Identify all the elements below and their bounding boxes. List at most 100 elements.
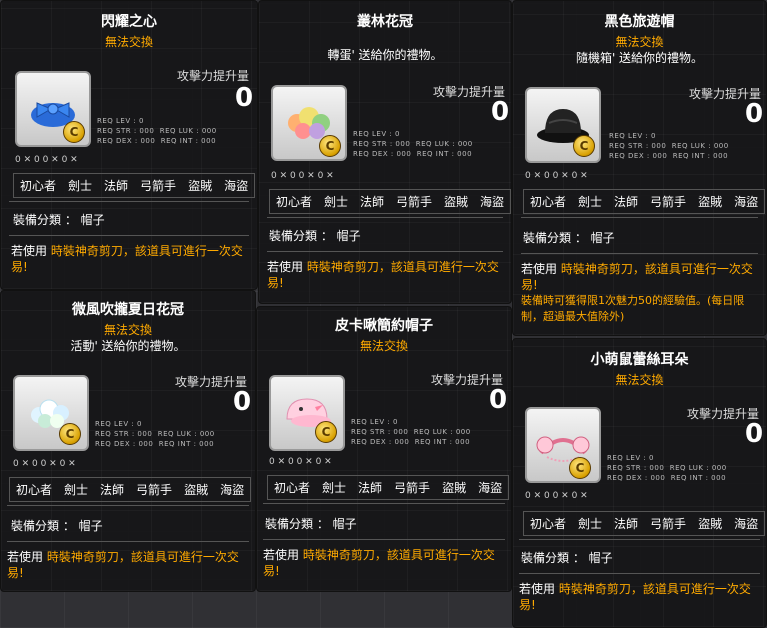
divider	[267, 251, 503, 252]
job-list: 初心者 劍士 法師 弓箭手 盜賊 海盜	[13, 173, 256, 198]
item-title: 閃耀之心	[101, 14, 157, 30]
divider	[521, 253, 758, 254]
cash-coin-icon: C	[569, 457, 591, 479]
job-magician: 法師	[614, 195, 639, 209]
cash-coin-icon: C	[59, 423, 81, 445]
item-stat-row: 0 ✕ 0 0 ✕ 0 ✕	[271, 171, 334, 181]
equipment-category: 裝備分類 ： 帽子	[13, 213, 105, 227]
item-requirements: REQ LEV : 0 REQ STR : 000 REQ LUK : 000 …	[607, 454, 727, 482]
job-magician: 法師	[104, 179, 129, 193]
job-warrior: 劍士	[324, 195, 349, 209]
job-archer: 弓箭手	[650, 195, 687, 209]
item-tooltip-panel: 小萌鼠蕾絲耳朵 無法交換 攻擊力提升量 0 C REQ LEV : 0 REQ …	[512, 338, 767, 628]
item-tooltip-panel: 微風吹攏夏日花冠 無法交換 活動' 送給你的禮物。 攻擊力提升量 0 C REQ…	[0, 290, 256, 592]
attack-increase-value: 0	[745, 419, 764, 449]
divider	[9, 235, 249, 236]
equipment-category: 裝備分類 ： 帽子	[265, 517, 357, 531]
job-beginner: 初心者	[530, 517, 567, 531]
untradeable-tag: 無法交換	[615, 35, 664, 49]
usage-note: 若使用 時裝神奇剪刀，該道具可進行一次交易!	[521, 262, 753, 292]
item-title: 皮卡啾簡約帽子	[335, 318, 433, 334]
job-list: 初心者 劍士 法師 弓箭手 盜賊 海盜	[9, 477, 252, 502]
divider	[263, 539, 505, 540]
job-warrior: 劍士	[578, 517, 603, 531]
divider	[9, 201, 249, 202]
job-list: 初心者 劍士 法師 弓箭手 盜賊 海盜	[269, 189, 511, 214]
job-pirate: 海盜	[734, 517, 759, 531]
untradeable-tag: 無法交換	[359, 339, 408, 353]
item-requirements: REQ LEV : 0 REQ STR : 000 REQ LUK : 000 …	[351, 418, 471, 446]
usage-note: 若使用 時裝神奇剪刀，該道具可進行一次交易!	[267, 260, 499, 290]
job-warrior: 劍士	[68, 179, 93, 193]
job-pirate: 海盜	[220, 483, 245, 497]
divider	[519, 539, 760, 540]
untradeable-tag: 無法交換	[103, 323, 152, 337]
item-stat-row: 0 ✕ 0 0 ✕ 0 ✕	[15, 155, 78, 165]
divider	[521, 217, 758, 218]
divider	[7, 505, 249, 506]
item-stat-row: 0 ✕ 0 0 ✕ 0 ✕	[269, 457, 332, 467]
job-warrior: 劍士	[322, 481, 347, 495]
job-magician: 法師	[360, 195, 385, 209]
job-beginner: 初心者	[276, 195, 313, 209]
job-list: 初心者 劍士 法師 弓箭手 盜賊 海盜	[523, 189, 766, 214]
job-archer: 弓箭手	[396, 195, 433, 209]
job-thief: 盜賊	[188, 179, 213, 193]
attack-increase-value: 0	[491, 97, 510, 127]
divider	[519, 573, 760, 574]
item-tooltip-panel: 皮卡啾簡約帽子 無法交換 攻擊力提升量 0 C REQ LEV : 0 REQ …	[256, 306, 512, 592]
equipment-category: 裝備分類 ： 帽子	[521, 551, 613, 565]
equipment-category: 裝備分類 ： 帽子	[11, 519, 103, 533]
job-beginner: 初心者	[530, 195, 567, 209]
job-thief: 盜賊	[698, 195, 723, 209]
attack-increase-label: 攻擊力提升量	[177, 69, 250, 83]
job-archer: 弓箭手	[136, 483, 173, 497]
cash-coin-icon: C	[573, 135, 595, 157]
equipment-category: 裝備分類 ： 帽子	[523, 231, 615, 245]
job-magician: 法師	[100, 483, 125, 497]
job-thief: 盜賊	[698, 517, 723, 531]
job-beginner: 初心者	[274, 481, 311, 495]
job-pirate: 海盜	[478, 481, 503, 495]
job-list: 初心者 劍士 法師 弓箭手 盜賊 海盜	[523, 511, 766, 536]
job-pirate: 海盜	[734, 195, 759, 209]
divider	[267, 217, 503, 218]
gift-note: 隨機箱' 送給你的禮物。	[575, 51, 704, 65]
job-magician: 法師	[358, 481, 383, 495]
cash-coin-icon: C	[319, 135, 341, 157]
job-list: 初心者 劍士 法師 弓箭手 盜賊 海盜	[267, 475, 510, 500]
job-magician: 法師	[614, 517, 639, 531]
job-thief: 盜賊	[444, 195, 469, 209]
item-title: 微風吹攏夏日花冠	[72, 302, 184, 318]
untradeable-tag: 無法交換	[104, 35, 153, 49]
attack-increase-value: 0	[489, 385, 508, 415]
job-archer: 弓箭手	[140, 179, 177, 193]
attack-increase-value: 0	[235, 83, 254, 113]
divider	[7, 541, 249, 542]
job-thief: 盜賊	[184, 483, 209, 497]
item-requirements: REQ LEV : 0 REQ STR : 000 REQ LUK : 000 …	[353, 130, 473, 158]
job-thief: 盜賊	[442, 481, 467, 495]
item-tooltip-panel: 閃耀之心 無法交換 攻擊力提升量 0 C REQ LEV : 0 REQ STR…	[0, 0, 258, 290]
item-tooltip-panel: 黑色旅遊帽 無法交換 隨機箱' 送給你的禮物。 攻擊力提升量 0 C REQ L…	[512, 0, 767, 336]
job-archer: 弓箭手	[394, 481, 431, 495]
item-stat-row: 0 ✕ 0 0 ✕ 0 ✕	[525, 171, 588, 181]
job-pirate: 海盜	[224, 179, 249, 193]
item-stat-row: 0 ✕ 0 0 ✕ 0 ✕	[13, 459, 76, 469]
usage-note: 若使用 時裝神奇剪刀，該道具可進行一次交易!	[11, 244, 243, 274]
usage-note: 若使用 時裝神奇剪刀，該道具可進行一次交易!	[263, 548, 495, 578]
gift-note: 轉蛋' 送給你的禮物。	[327, 48, 443, 62]
job-beginner: 初心者	[20, 179, 57, 193]
job-pirate: 海盜	[480, 195, 505, 209]
job-archer: 弓箭手	[650, 517, 687, 531]
divider	[263, 503, 505, 504]
job-warrior: 劍士	[578, 195, 603, 209]
item-title: 黑色旅遊帽	[604, 14, 675, 30]
item-requirements: REQ LEV : 0 REQ STR : 000 REQ LUK : 000 …	[609, 132, 729, 160]
item-stat-row: 0 ✕ 0 0 ✕ 0 ✕	[525, 491, 588, 501]
equipment-category: 裝備分類 ： 帽子	[269, 229, 361, 243]
charm-exp-note: 裝備時可獲得限1次魅力50的經驗值。(每日限制，超過最大值除外)	[521, 294, 745, 323]
untradeable-tag: 無法交換	[615, 373, 664, 387]
job-beginner: 初心者	[16, 483, 53, 497]
item-title: 叢林花冠	[357, 14, 413, 30]
